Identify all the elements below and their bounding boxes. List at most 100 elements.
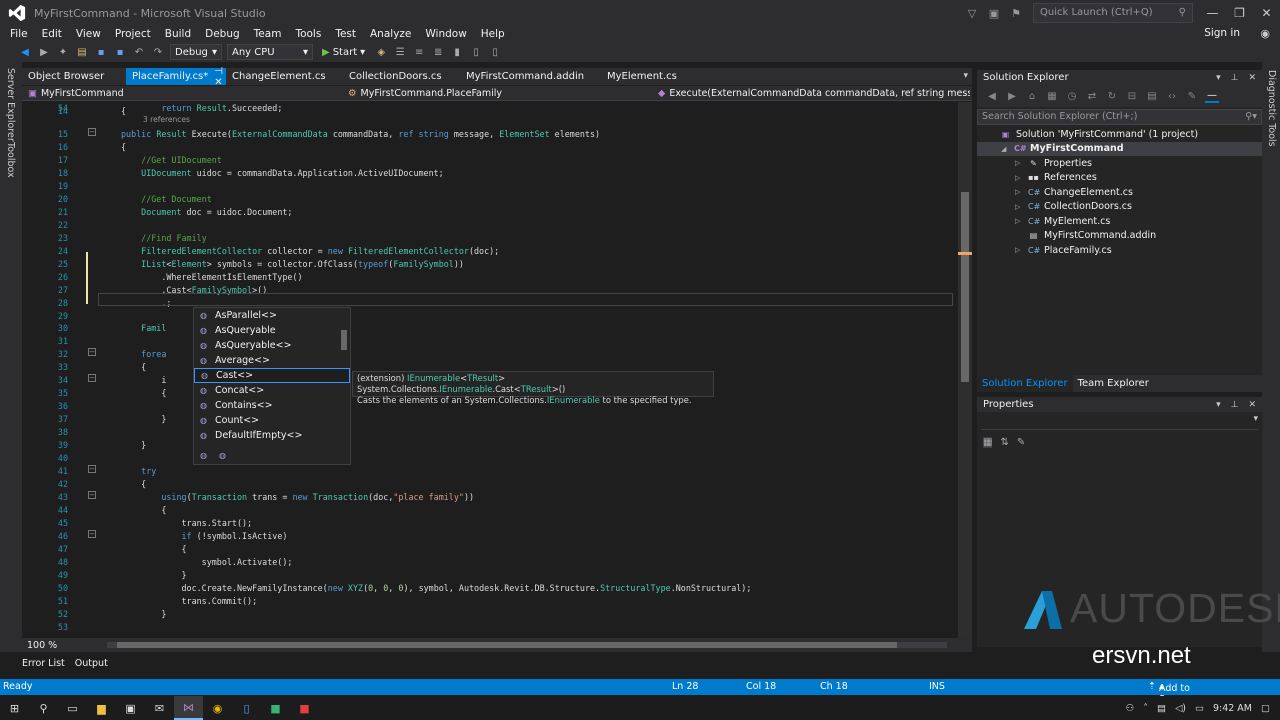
intellisense-completion-list[interactable]: ◍ AsParallel<> ◍ AsQueryable ◍ AsQueryable<> ◍…	[193, 307, 351, 465]
align-icon[interactable]: ☰	[393, 45, 407, 59]
tab-collectiondoors-cs[interactable]: CollectionDoors.cs	[343, 68, 460, 85]
uncomment-icon[interactable]: ≣	[431, 45, 445, 59]
code-line[interactable]: 42 {	[22, 478, 952, 491]
mail-icon[interactable]: ✉	[145, 696, 174, 720]
chevron-down-icon[interactable]: ▾	[1216, 73, 1221, 83]
tab-changeelement-cs[interactable]: ChangeElement.cs	[226, 68, 343, 85]
fold-toggle[interactable]: −	[88, 465, 96, 473]
collapsed-arrow-icon[interactable]: ▷	[1015, 203, 1023, 211]
close-button[interactable]: ✕	[1253, 0, 1280, 26]
collapsed-arrow-icon[interactable]: ▷	[1015, 246, 1023, 254]
solution-explorer-search-input[interactable]: Search Solution Explorer (Ctrl+;) ⚲▾	[977, 109, 1262, 125]
property-pages-icon[interactable]: ✎	[1017, 437, 1025, 448]
collapsed-arrow-icon[interactable]: ▷	[1015, 188, 1023, 196]
switch-views-icon[interactable]: ▦	[1045, 89, 1059, 103]
menu-debug[interactable]: Debug	[198, 28, 247, 40]
next-bookmark-icon[interactable]: ▯	[488, 45, 502, 59]
history-icon[interactable]: ◷	[1065, 89, 1079, 103]
undo-icon[interactable]: ↶	[132, 45, 146, 59]
menu-analyze[interactable]: Analyze	[363, 28, 418, 40]
code-line[interactable]: 41 try	[22, 465, 952, 478]
fold-toggle[interactable]: −	[88, 491, 96, 499]
code-line[interactable]: 45 trans.Start();	[22, 517, 952, 530]
code-line[interactable]: 44 {	[22, 504, 952, 517]
completion-item[interactable]: ◍ AsQueryable	[194, 323, 350, 338]
feedback-window-icon[interactable]: ▣	[983, 0, 1005, 26]
code-editor[interactable]: 54 return Result.Succeeded; 53 52 } 51 tran…	[22, 102, 972, 638]
tree-item[interactable]: ◢ C# MyFirstCommand	[977, 141, 1262, 156]
tab-output[interactable]: Output	[75, 658, 108, 669]
tree-item[interactable]: ▷ C# PlaceFamily.cs	[977, 243, 1262, 258]
menu-help[interactable]: Help	[474, 28, 512, 40]
expanded-arrow-icon[interactable]: ◢	[1001, 145, 1009, 153]
code-line[interactable]: 32 forea ls)	[22, 348, 952, 361]
bookmark-icon[interactable]: ▮	[450, 45, 464, 59]
menu-edit[interactable]: Edit	[35, 28, 69, 40]
collapsed-arrow-icon[interactable]: ▷	[1015, 217, 1023, 225]
tree-item[interactable]: ▷ ▪▪ References	[977, 171, 1262, 186]
member-dropdown[interactable]: ◆ Execute(ExternalCommandData commandDat…	[652, 88, 970, 99]
code-line[interactable]: 21 Document doc = uidoc.Document;	[22, 206, 952, 219]
visual-studio-icon[interactable]: ⋈	[174, 696, 203, 720]
pin-icon[interactable]: ⊥	[1231, 73, 1239, 83]
windows-start-icon[interactable]: ⊞	[0, 696, 29, 720]
collapse-all-icon[interactable]: ⊟	[1125, 89, 1139, 103]
completion-scrollbar[interactable]	[340, 310, 348, 446]
horizontal-scrollbar[interactable]	[107, 642, 947, 648]
clock[interactable]: 9:42 AM	[1213, 703, 1252, 714]
properties-object-dropdown[interactable]: ▾	[981, 414, 1258, 430]
tab-error-list[interactable]: Error List	[22, 658, 65, 669]
save-all-icon[interactable]: ▪	[113, 45, 127, 59]
show-all-files-icon[interactable]: ▤	[1145, 89, 1159, 103]
zoom-level[interactable]: 100 %	[22, 640, 82, 651]
menu-team[interactable]: Team	[247, 28, 289, 40]
code-line[interactable]: 38	[22, 426, 952, 439]
up-arrow-icon[interactable]: ˄	[1143, 703, 1148, 714]
method-filter-icon[interactable]: ◍	[200, 451, 207, 460]
completion-item[interactable]: ◍ AsParallel<>	[194, 308, 350, 323]
code-line[interactable]: 23 //Find Family	[22, 232, 952, 245]
code-line[interactable]: 20 //Get Document	[22, 193, 952, 206]
class-dropdown[interactable]: ⚙ MyFirstCommand.PlaceFamily	[342, 88, 652, 99]
tree-item[interactable]: ▷ C# MyElement.cs	[977, 214, 1262, 229]
scroll-thumb[interactable]	[341, 330, 347, 350]
menu-window[interactable]: Window	[418, 28, 473, 40]
code-line[interactable]: 25 IList<Element> symbols = collector.Of…	[22, 258, 952, 271]
code-line[interactable]: 37 }	[22, 413, 952, 426]
store-icon[interactable]: ▣	[116, 696, 145, 720]
completion-item[interactable]: ◍ DefaultIfEmpty<>	[194, 428, 350, 443]
preview-icon[interactable]: —	[1205, 89, 1219, 103]
vertical-scrollbar[interactable]	[958, 102, 972, 638]
fold-toggle[interactable]: −	[88, 374, 96, 382]
platform-dropdown[interactable]: Any CPU ▾	[227, 44, 313, 60]
code-line[interactable]: 40	[22, 452, 952, 465]
extension-filter-icon[interactable]: ◍	[219, 451, 226, 460]
code-line[interactable]: 22	[22, 219, 952, 232]
codelens-references[interactable]: 3 references	[143, 115, 190, 124]
tree-item[interactable]: ▷ ✎ Properties	[977, 156, 1262, 171]
code-line[interactable]: 15 public Result Execute(ExternalCommandD…	[22, 128, 952, 141]
scroll-thumb[interactable]	[961, 192, 969, 382]
start-button[interactable]: ▶ Start ▾	[318, 47, 369, 58]
sign-in-link[interactable]: Sign in	[1204, 27, 1240, 39]
search-icon[interactable]: ⚲	[29, 696, 58, 720]
completion-item[interactable]: ◍ Cast<>	[194, 368, 350, 383]
code-line[interactable]: 47 {	[22, 543, 952, 556]
source-control-button[interactable]: ⇡ Add to Source Control ▴	[1148, 681, 1193, 716]
minimize-button[interactable]: —	[1199, 0, 1226, 26]
tab-solution-explorer[interactable]: Solution Explorer	[977, 375, 1073, 392]
document-icon[interactable]: ▯	[232, 696, 261, 720]
close-icon[interactable]: ✕	[1248, 400, 1256, 410]
tab-myelement-cs[interactable]: MyElement.cs	[601, 68, 681, 85]
people-icon[interactable]: ⚇	[1126, 703, 1135, 714]
close-icon[interactable]: ✕	[1248, 73, 1256, 83]
redo-icon[interactable]: ↷	[151, 45, 165, 59]
prev-bookmark-icon[interactable]: ▯	[469, 45, 483, 59]
red-app-icon[interactable]: ■	[290, 696, 319, 720]
home-icon[interactable]: ⌂	[1025, 89, 1039, 103]
code-line[interactable]: 43 using(Transaction trans = new Transac…	[22, 491, 952, 504]
code-line[interactable]: 53	[22, 621, 952, 634]
tree-item[interactable]: ▤ MyFirstCommand.addin	[977, 229, 1262, 244]
code-line[interactable]: 19	[22, 180, 952, 193]
tab-object-browser[interactable]: Object Browser	[22, 68, 126, 85]
